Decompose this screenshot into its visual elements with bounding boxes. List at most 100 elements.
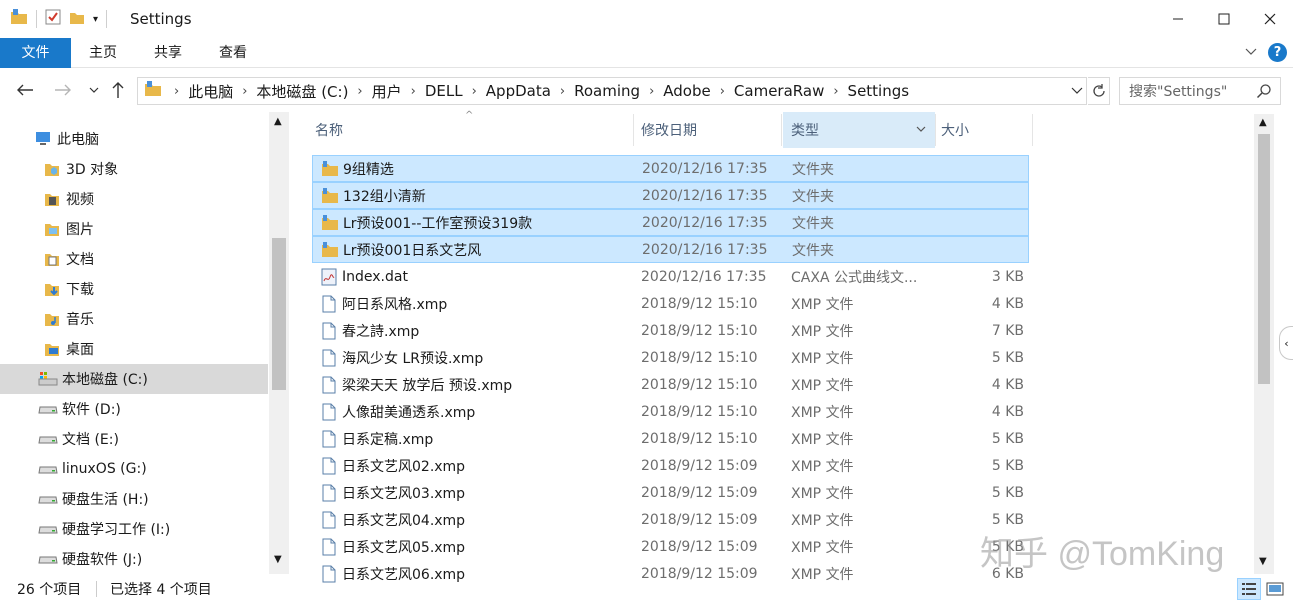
file-list-scrollbar-thumb[interactable] xyxy=(1258,134,1270,384)
column-header-type[interactable]: 类型 xyxy=(783,112,935,148)
nav-item-pictures[interactable]: 图片 xyxy=(0,214,268,244)
expand-ribbon-chevron-icon[interactable] xyxy=(1244,44,1258,62)
nav-item-music[interactable]: 音乐 xyxy=(0,304,268,334)
file-row[interactable]: Index.dat 2020/12/16 17:35 CAXA 公式曲线文... 3 … xyxy=(312,263,1029,290)
file-list-scrollbar[interactable]: ▲ ▼ xyxy=(1254,114,1274,574)
refresh-button[interactable] xyxy=(1088,77,1110,105)
breadcrumb-roaming[interactable]: Roaming xyxy=(571,82,643,100)
breadcrumb-settings[interactable]: Settings xyxy=(845,82,913,100)
nav-item-documents[interactable]: 文档 xyxy=(0,244,268,274)
chevron-right-icon[interactable]: › xyxy=(643,84,660,99)
properties-icon[interactable] xyxy=(45,9,61,29)
breadcrumb-local-disk[interactable]: 本地磁盘 (C:) xyxy=(253,81,351,102)
recent-locations-button[interactable] xyxy=(84,80,104,100)
file-row[interactable]: 日系定稿.xmp 2018/9/12 15:10 XMP 文件 5 KB xyxy=(312,425,1029,452)
nav-item-drive-j[interactable]: 硬盘软件 (J:) xyxy=(0,544,268,574)
file-name-cell[interactable]: Lr预设001--工作室预设319款 xyxy=(321,213,532,233)
close-button[interactable] xyxy=(1247,0,1293,38)
scroll-down-icon[interactable]: ▼ xyxy=(274,554,282,565)
file-name-cell[interactable]: 春之詩.xmp xyxy=(320,321,419,341)
tab-share[interactable]: 共享 xyxy=(145,38,191,68)
address-bar[interactable]: › 此电脑 › 本地磁盘 (C:) › 用户 › DELL › AppData … xyxy=(137,77,1087,105)
tab-file[interactable]: 文件 xyxy=(0,38,71,68)
tab-home[interactable]: 主页 xyxy=(80,38,126,68)
column-filter-dropdown-icon[interactable] xyxy=(915,123,927,139)
file-name-cell[interactable]: 9组精选 xyxy=(321,159,394,179)
nav-scrollbar-thumb[interactable] xyxy=(272,238,286,390)
file-name-cell[interactable]: 梁梁天天 放学后 预设.xmp xyxy=(320,375,512,395)
file-row[interactable]: 春之詩.xmp 2018/9/12 15:10 XMP 文件 7 KB xyxy=(312,317,1029,344)
column-divider[interactable] xyxy=(935,114,936,146)
scroll-up-icon[interactable]: ▲ xyxy=(274,116,282,127)
file-name-cell[interactable]: 人像甜美通透系.xmp xyxy=(320,402,475,422)
breadcrumb-cameraraw[interactable]: CameraRaw xyxy=(731,82,827,100)
column-divider[interactable] xyxy=(781,114,782,146)
nav-item-downloads[interactable]: 下载 xyxy=(0,274,268,304)
nav-item-drive-e[interactable]: 文档 (E:) xyxy=(0,424,268,454)
scroll-up-icon[interactable]: ▲ xyxy=(1259,117,1267,128)
file-name-cell[interactable]: 海风少女 LR预设.xmp xyxy=(320,348,483,368)
file-name-cell[interactable]: Index.dat xyxy=(320,267,408,287)
file-row[interactable]: 阿日系风格.xmp 2018/9/12 15:10 XMP 文件 4 KB xyxy=(312,290,1029,317)
back-button[interactable] xyxy=(15,80,35,100)
file-name-cell[interactable]: 日系文艺风05.xmp xyxy=(320,537,465,557)
breadcrumb-this-pc[interactable]: 此电脑 xyxy=(185,81,236,102)
file-name-cell[interactable]: 阿日系风格.xmp xyxy=(320,294,447,314)
nav-item-this-pc[interactable]: 此电脑 xyxy=(0,124,268,154)
help-icon[interactable]: ? xyxy=(1268,43,1287,62)
file-name-cell[interactable]: Lr预设001日系文艺风 xyxy=(321,240,481,260)
nav-item-videos[interactable]: 视频 xyxy=(0,184,268,214)
file-name-cell[interactable]: 日系定稿.xmp xyxy=(320,429,433,449)
nav-scrollbar[interactable]: ▲ ▼ xyxy=(269,112,289,574)
breadcrumb-appdata[interactable]: AppData xyxy=(483,82,554,100)
file-row[interactable]: 9组精选 2020/12/16 17:35 文件夹 xyxy=(312,155,1029,182)
file-row[interactable]: 日系文艺风03.xmp 2018/9/12 15:09 XMP 文件 5 KB xyxy=(312,479,1029,506)
nav-item-drive-d[interactable]: 软件 (D:) xyxy=(0,394,268,424)
file-row[interactable]: Lr预设001--工作室预设319款 2020/12/16 17:35 文件夹 xyxy=(312,209,1029,236)
minimize-button[interactable] xyxy=(1155,0,1201,38)
chevron-right-icon[interactable]: › xyxy=(554,84,571,99)
chevron-down-icon[interactable]: ▾ xyxy=(93,14,98,25)
chevron-right-icon[interactable]: › xyxy=(714,84,731,99)
file-row[interactable]: 日系文艺风02.xmp 2018/9/12 15:09 XMP 文件 5 KB xyxy=(312,452,1029,479)
column-header-size[interactable]: 大小 xyxy=(941,112,1031,148)
file-name-cell[interactable]: 日系文艺风04.xmp xyxy=(320,510,465,530)
file-row[interactable]: 梁梁天天 放学后 预设.xmp 2018/9/12 15:10 XMP 文件 4 KB xyxy=(312,371,1029,398)
scroll-down-icon[interactable]: ▼ xyxy=(1259,556,1267,567)
breadcrumb-dell[interactable]: DELL xyxy=(422,82,466,100)
column-header-date[interactable]: 修改日期 xyxy=(641,112,781,148)
nav-item-3d-objects[interactable]: 3D 对象 xyxy=(0,154,268,184)
chevron-right-icon[interactable]: › xyxy=(466,84,483,99)
collapse-side-tab-icon[interactable]: ‹ xyxy=(1279,326,1293,360)
file-row[interactable]: 日系文艺风05.xmp 2018/9/12 15:09 XMP 文件 5 KB xyxy=(312,533,1029,560)
chevron-right-icon[interactable]: › xyxy=(827,84,844,99)
file-row[interactable]: 海风少女 LR预设.xmp 2018/9/12 15:10 XMP 文件 5 KB xyxy=(312,344,1029,371)
column-divider[interactable] xyxy=(1032,114,1033,146)
chevron-right-icon[interactable]: › xyxy=(405,84,422,99)
address-history-dropdown[interactable] xyxy=(1070,83,1084,101)
file-name-cell[interactable]: 132组小清新 xyxy=(321,186,426,206)
file-row[interactable]: 132组小清新 2020/12/16 17:35 文件夹 xyxy=(312,182,1029,209)
nav-item-drive-h[interactable]: 硬盘生活 (H:) xyxy=(0,484,268,514)
file-row[interactable]: Lr预设001日系文艺风 2020/12/16 17:35 文件夹 xyxy=(312,236,1029,263)
breadcrumb-adobe[interactable]: Adobe xyxy=(660,82,713,100)
file-row[interactable]: 人像甜美通透系.xmp 2018/9/12 15:10 XMP 文件 4 KB xyxy=(312,398,1029,425)
tab-view[interactable]: 查看 xyxy=(210,38,256,68)
nav-item-drive-g[interactable]: linuxOS (G:) xyxy=(0,454,268,484)
search-input[interactable]: 搜索"Settings" xyxy=(1119,77,1281,105)
file-name-cell[interactable]: 日系文艺风02.xmp xyxy=(320,456,465,476)
file-name-cell[interactable]: 日系文艺风03.xmp xyxy=(320,483,465,503)
up-button[interactable] xyxy=(108,80,128,100)
forward-button[interactable] xyxy=(53,80,73,100)
column-divider[interactable] xyxy=(633,114,634,146)
file-row[interactable]: 日系文艺风04.xmp 2018/9/12 15:09 XMP 文件 5 KB xyxy=(312,506,1029,533)
maximize-button[interactable] xyxy=(1201,0,1247,38)
details-view-button[interactable] xyxy=(1237,578,1261,600)
large-icons-view-button[interactable] xyxy=(1263,578,1287,600)
breadcrumb-users[interactable]: 用户 xyxy=(369,81,405,102)
chevron-right-icon[interactable]: › xyxy=(351,84,368,99)
nav-item-drive-i[interactable]: 硬盘学习工作 (I:) xyxy=(0,514,268,544)
nav-item-local-disk-c[interactable]: 本地磁盘 (C:) xyxy=(0,364,268,394)
chevron-right-icon[interactable]: › xyxy=(236,84,253,99)
new-folder-icon[interactable] xyxy=(69,9,85,29)
